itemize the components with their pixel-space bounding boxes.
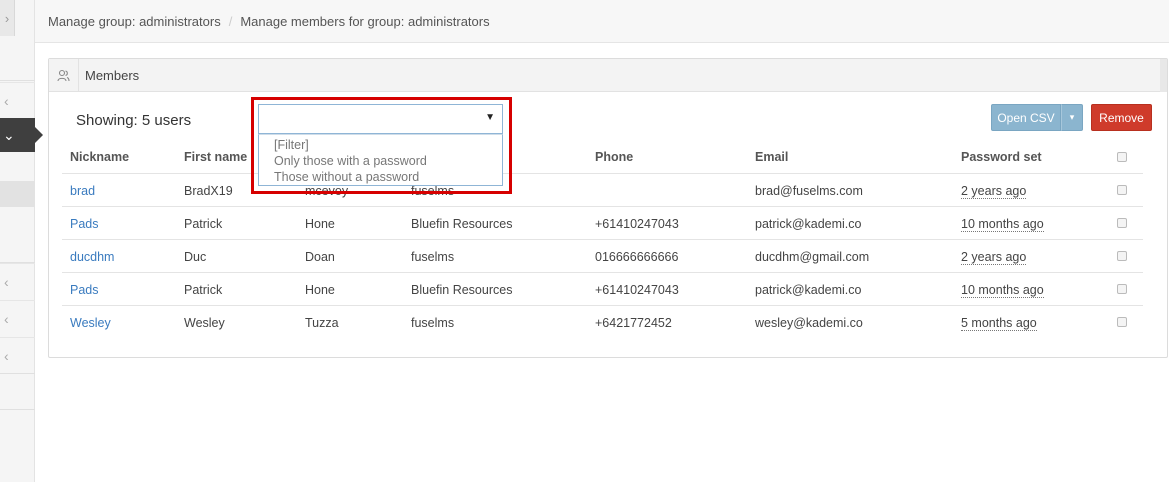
first-name-cell: Wesley [184, 316, 225, 330]
nickname-link[interactable]: ducdhm [70, 250, 114, 264]
org-cell: Bluefin Resources [411, 283, 513, 297]
row-checkbox[interactable] [1117, 251, 1127, 261]
first-name-cell: Patrick [184, 217, 223, 231]
nickname-link[interactable]: Pads [70, 283, 99, 297]
sidebar-divider [0, 409, 35, 410]
breadcrumb-item-members: Manage members for group: administrators [240, 13, 490, 29]
remove-button[interactable]: Remove [1091, 104, 1152, 131]
sidebar-divider [0, 373, 35, 374]
password-set-cell: 2 years ago [961, 184, 1027, 199]
first-name-cell: Patrick [184, 283, 223, 297]
select-all-checkbox[interactable] [1117, 152, 1127, 162]
first-name-cell: Duc [184, 250, 207, 264]
csv-options-dropdown[interactable]: ▾ [1061, 104, 1083, 131]
column-header-password-set[interactable]: Password set [961, 150, 1042, 164]
sidebar-subitem[interactable] [0, 181, 35, 207]
table-row: Pads Patrick Hone Bluefin Resources +614… [62, 272, 1143, 305]
chevron-left-icon: ‹ [4, 273, 9, 290]
last-name-cell: Tuzza [305, 316, 339, 330]
email-cell: patrick@kademi.co [755, 217, 862, 231]
table-row: ducdhm Duc Doan fuselms 016666666666 duc… [62, 239, 1143, 272]
chevron-left-icon: ‹ [4, 347, 9, 364]
last-name-cell: Doan [305, 250, 335, 264]
sidebar-item-3[interactable]: ‹ [0, 300, 35, 336]
email-cell: ducdhm@gmail.com [755, 250, 870, 264]
org-cell: fuselms [411, 250, 455, 264]
breadcrumb: Manage group: administrators / Manage me… [35, 0, 1169, 43]
panel-title: Members [85, 67, 140, 83]
row-checkbox[interactable] [1117, 317, 1127, 327]
column-header-phone[interactable]: Phone [595, 150, 633, 164]
chevron-right-icon: › [4, 10, 10, 26]
nickname-link[interactable]: Pads [70, 217, 99, 231]
org-cell: Bluefin Resources [411, 217, 513, 231]
open-csv-button[interactable]: Open CSV [991, 104, 1061, 131]
users-icon [49, 58, 79, 92]
panel-header: Members [49, 58, 1167, 92]
nickname-link[interactable]: brad [70, 184, 95, 198]
password-set-cell: 2 years ago [961, 250, 1027, 265]
sidebar-item-active[interactable]: ⌄ [0, 118, 43, 152]
left-sidebar: › ‹ ⌄ ‹ ‹ ‹ [0, 0, 43, 482]
phone-cell: +6421772452 [595, 316, 672, 330]
chevron-left-icon: ‹ [4, 310, 9, 327]
column-header-first-name[interactable]: First name [184, 150, 247, 164]
panel-scrollbar[interactable] [1160, 59, 1167, 92]
breadcrumb-item-group[interactable]: Manage group: administrators [48, 14, 221, 29]
phone-cell: +61410247043 [595, 217, 679, 231]
row-checkbox[interactable] [1117, 218, 1127, 228]
phone-cell: +61410247043 [595, 283, 679, 297]
sidebar-item-2[interactable]: ‹ [0, 263, 35, 299]
highlight-box [251, 97, 512, 194]
breadcrumb-separator: / [228, 13, 233, 29]
last-name-cell: Hone [305, 283, 335, 297]
sidebar-item-4[interactable]: ‹ [0, 337, 35, 373]
chevron-down-icon: ⌄ [3, 126, 15, 143]
table-row: Wesley Wesley Tuzza fuselms +6421772452 … [62, 305, 1143, 338]
first-name-cell: BradX19 [184, 184, 233, 198]
row-checkbox[interactable] [1117, 284, 1127, 294]
last-name-cell: Hone [305, 217, 335, 231]
nickname-link[interactable]: Wesley [70, 316, 111, 330]
expand-sidebar-button[interactable]: › [0, 0, 15, 36]
caret-down-icon: ▾ [1069, 112, 1075, 122]
password-set-cell: 10 months ago [961, 283, 1044, 298]
showing-count: Showing: 5 users [76, 112, 192, 129]
org-cell: fuselms [411, 316, 455, 330]
row-checkbox[interactable] [1117, 185, 1127, 195]
sidebar-item-1[interactable]: ‹ [0, 82, 35, 118]
email-cell: wesley@kademi.co [755, 316, 863, 330]
email-cell: patrick@kademi.co [755, 283, 862, 297]
table-row: brad BradX19 mcevoy fuselms brad@fuselms… [62, 173, 1143, 206]
table-row: Pads Patrick Hone Bluefin Resources +614… [62, 206, 1143, 239]
chevron-left-icon: ‹ [4, 92, 9, 109]
password-set-cell: 5 months ago [961, 316, 1037, 331]
password-set-cell: 10 months ago [961, 217, 1044, 232]
column-header-email[interactable]: Email [755, 150, 788, 164]
phone-cell: 016666666666 [595, 250, 679, 264]
column-header-nickname[interactable]: Nickname [70, 150, 129, 164]
sidebar-divider [0, 80, 35, 81]
email-cell: brad@fuselms.com [755, 184, 863, 198]
